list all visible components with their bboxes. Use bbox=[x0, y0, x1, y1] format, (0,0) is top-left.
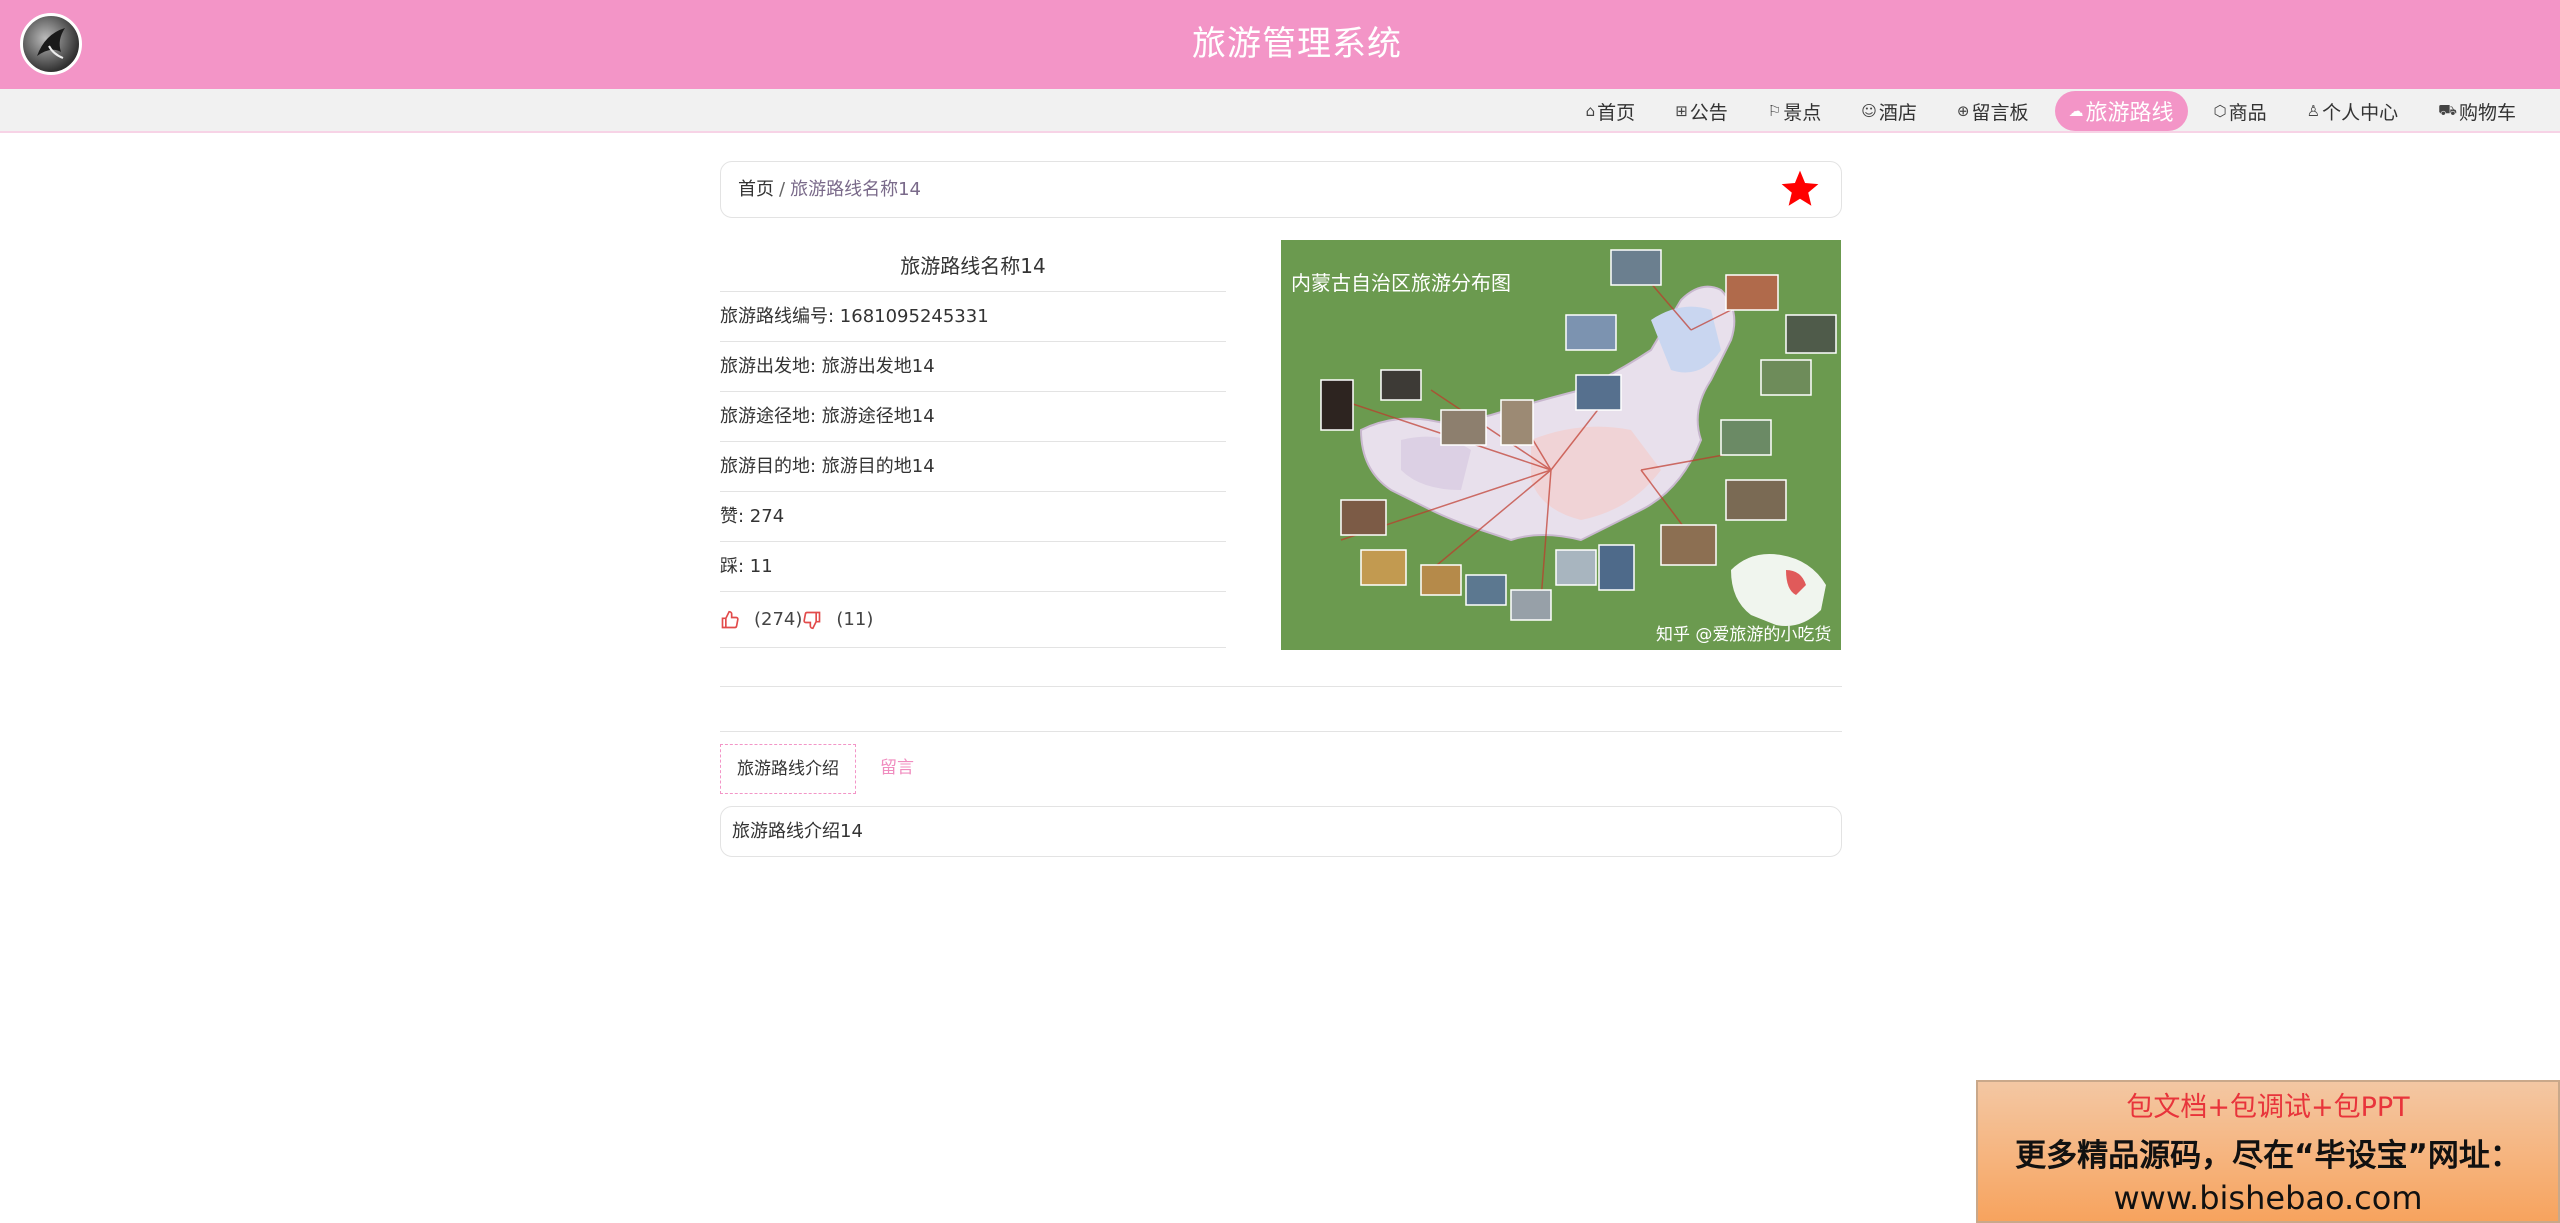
nav-item-user-center[interactable]: ♙ 个人中心 bbox=[2293, 91, 2412, 131]
nav-item-scenic[interactable]: ⚐ 景点 bbox=[1754, 91, 1835, 131]
like-count: (274) bbox=[754, 609, 803, 630]
nav-item-label: 公告 bbox=[1689, 101, 1728, 124]
site-title: 旅游管理系统 bbox=[1192, 24, 1402, 64]
favorite-star-icon[interactable] bbox=[1779, 168, 1821, 232]
route-departure: 旅游出发地: 旅游出发地14 bbox=[720, 342, 1226, 392]
nav-item-label: 个人中心 bbox=[2322, 101, 2399, 124]
cloud-icon: ☁ bbox=[2068, 102, 2084, 120]
ad-line-1: 包文档+包调试+包PPT bbox=[2126, 1092, 2410, 1123]
gift-icon: ⊞ bbox=[1675, 102, 1688, 120]
face-icon: ☺ bbox=[1861, 102, 1877, 120]
cart-icon: ⛟ bbox=[2438, 101, 2457, 119]
detail-tabs: 旅游路线介绍 留言 bbox=[720, 744, 930, 794]
route-likes: 赞: 274 bbox=[720, 492, 1226, 542]
route-destination: 旅游目的地: 旅游目的地14 bbox=[720, 442, 1226, 492]
nav-item-cart[interactable]: ⛟ 购物车 bbox=[2424, 91, 2530, 131]
nav-item-label: 首页 bbox=[1597, 101, 1636, 124]
thumbs-up-icon[interactable] bbox=[720, 610, 740, 630]
breadcrumb-home[interactable]: 首页 bbox=[738, 179, 774, 200]
route-via: 旅游途径地: 旅游途径地14 bbox=[720, 392, 1226, 442]
tab-comments[interactable]: 留言 bbox=[864, 744, 930, 794]
user-icon: ♙ bbox=[2306, 102, 2321, 120]
breadcrumb: 首页 / 旅游路线名称14 bbox=[720, 161, 1842, 218]
route-number: 旅游路线编号: 1681095245331 bbox=[720, 292, 1226, 342]
nav-item-goods[interactable]: ⬡ 商品 bbox=[2200, 91, 2281, 131]
thumbs-down-icon[interactable] bbox=[802, 610, 822, 630]
nav-item-label: 商品 bbox=[2228, 101, 2267, 124]
vote-row: (274) (11) bbox=[720, 592, 1226, 648]
flag-icon: ⚐ bbox=[1767, 102, 1782, 120]
ad-line-2: 更多精品源码，尽在“毕设宝”网址： bbox=[2015, 1138, 2521, 1174]
route-dislikes: 踩: 11 bbox=[720, 542, 1226, 592]
nav-item-home[interactable]: ⌂ 首页 bbox=[1572, 91, 1650, 131]
box-icon: ⬡ bbox=[2213, 102, 2227, 120]
map-caption: 内蒙古自治区旅游分布图 bbox=[1291, 271, 1511, 295]
nav-item-message-board[interactable]: ⊕ 留言板 bbox=[1943, 91, 2043, 131]
nav-item-notice[interactable]: ⊞ 公告 bbox=[1661, 91, 1742, 131]
dislike-count: (11) bbox=[836, 609, 874, 630]
breadcrumb-separator: / bbox=[779, 179, 786, 200]
nav-item-label: 留言板 bbox=[1971, 101, 2029, 124]
section-divider bbox=[720, 731, 1842, 732]
nav-list: ⌂ 首页 ⊞ 公告 ⚐ 景点 ☺ 酒店 ⊕ 留言板 ☁ 旅游路线 ⬡ 商品 ♙ bbox=[1560, 89, 2530, 133]
nav-item-travel-route[interactable]: ☁ 旅游路线 bbox=[2054, 91, 2188, 131]
top-header: 旅游管理系统 bbox=[0, 0, 2560, 89]
route-map-image: 内蒙古自治区旅游分布图 知乎 @爱旅游的小吃货 bbox=[1281, 240, 1841, 650]
nav-item-hotel[interactable]: ☺ 酒店 bbox=[1847, 91, 1931, 131]
route-intro-content: 旅游路线介绍14 bbox=[720, 806, 1842, 857]
route-detail: 旅游路线名称14 旅游路线编号: 1681095245331 旅游出发地: 旅游… bbox=[720, 240, 1226, 648]
route-title: 旅游路线名称14 bbox=[720, 240, 1226, 292]
main-nav: ⌂ 首页 ⊞ 公告 ⚐ 景点 ☺ 酒店 ⊕ 留言板 ☁ 旅游路线 ⬡ 商品 ♙ bbox=[0, 89, 2560, 133]
section-divider bbox=[720, 686, 1842, 687]
breadcrumb-current: 旅游路线名称14 bbox=[790, 179, 921, 200]
map-watermark: 知乎 @爱旅游的小吃货 bbox=[1656, 625, 1831, 645]
globe-icon: ⊕ bbox=[1956, 102, 1970, 120]
ad-banner[interactable]: 包文档+包调试+包PPT 更多精品源码，尽在“毕设宝”网址： www.bishe… bbox=[1976, 1080, 2560, 1223]
tab-route-intro[interactable]: 旅游路线介绍 bbox=[720, 744, 856, 794]
nav-item-label: 酒店 bbox=[1878, 101, 1917, 124]
nav-item-label: 购物车 bbox=[2458, 101, 2516, 124]
nav-item-label: 旅游路线 bbox=[2085, 101, 2174, 126]
home-icon: ⌂ bbox=[1585, 102, 1596, 120]
ad-url[interactable]: www.bishebao.com bbox=[1978, 1179, 2558, 1217]
nav-item-label: 景点 bbox=[1783, 101, 1822, 124]
